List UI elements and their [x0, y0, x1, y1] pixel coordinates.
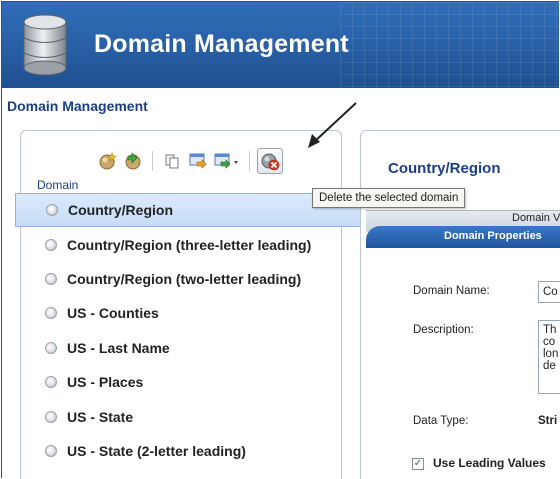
callout-arrow-icon: [308, 102, 357, 148]
banner-title: Domain Management: [94, 30, 349, 58]
tab-domain-values[interactable]: Domain V: [512, 212, 560, 224]
tab-domain-properties-label: Domain Properties: [444, 230, 542, 242]
domain-bullet-icon: [45, 410, 57, 423]
domain-list-label: Domain: [37, 178, 79, 192]
delete-tooltip: Delete the selected domain: [312, 188, 466, 208]
toolbar-separator: [249, 151, 250, 171]
import-domain-button[interactable]: [121, 149, 145, 173]
list-item-label: Country/Region (three-letter leading): [67, 236, 312, 253]
description-line: lon: [543, 348, 559, 360]
delete-domain-button[interactable]: [257, 148, 283, 174]
list-item[interactable]: US - Last Name: [15, 331, 365, 365]
list-item-label: US - Last Name: [67, 339, 170, 356]
database-icon: [23, 14, 67, 76]
data-type-label: Data Type:: [413, 415, 469, 427]
details-title: Country/Region: [388, 160, 501, 177]
domain-toolbar: [95, 148, 283, 174]
create-domain-button[interactable]: [95, 149, 119, 173]
import-values-icon: [189, 153, 207, 169]
domain-bullet-icon: [45, 307, 57, 320]
domain-name-label: Domain Name:: [413, 285, 490, 297]
create-domain-icon: [99, 152, 117, 170]
domain-bullet-icon: [45, 272, 57, 285]
export-dropdown-icon: [214, 153, 238, 169]
toolbar-separator: [152, 151, 153, 171]
list-item-label: Country/Region (two-letter leading): [67, 270, 302, 287]
list-item-label: US - State (2-letter leading): [67, 442, 246, 459]
list-item-label: US - Places: [67, 374, 144, 391]
list-item[interactable]: US - Places: [15, 365, 365, 399]
import-values-button[interactable]: [186, 149, 210, 173]
description-line: co: [543, 336, 556, 348]
domain-name-field[interactable]: Co: [538, 281, 560, 303]
import-domain-icon: [125, 152, 141, 170]
domain-bullet-icon: [45, 444, 57, 457]
description-label: Description:: [413, 324, 474, 336]
banner-pattern: [340, 2, 559, 88]
list-item[interactable]: Country/Region (three-letter leading): [15, 227, 365, 261]
list-item[interactable]: US - State (2-letter leading): [15, 434, 365, 468]
use-leading-values-label: Use Leading Values: [433, 456, 546, 470]
list-item[interactable]: Country/Region (two-letter leading): [15, 262, 365, 296]
copy-button[interactable]: [160, 149, 184, 173]
domain-list: Country/Region Country/Region (three-let…: [15, 193, 365, 468]
header-banner: Domain Management: [2, 2, 559, 88]
domain-bullet-icon: [45, 376, 57, 389]
data-type-value: Stri: [538, 415, 558, 427]
list-item[interactable]: US - Counties: [15, 296, 365, 330]
description-line: Th: [543, 324, 557, 336]
description-field[interactable]: Th co lon de: [538, 320, 560, 394]
page-heading: Domain Management: [7, 98, 148, 114]
use-leading-values-checkbox[interactable]: ✓: [412, 458, 424, 470]
delete-domain-icon: [261, 153, 280, 171]
domain-bullet-icon: [45, 341, 57, 354]
list-item-label: US - State: [67, 408, 134, 425]
list-item[interactable]: US - State: [15, 399, 365, 433]
domain-bullet-icon: [45, 238, 57, 251]
export-dropdown-button[interactable]: [212, 149, 242, 173]
domain-bullet-icon: [46, 204, 58, 217]
list-item-label: US - Counties: [67, 305, 159, 322]
description-line: de: [543, 360, 556, 372]
copy-icon: [165, 154, 179, 169]
list-item-label: Country/Region: [68, 202, 173, 219]
